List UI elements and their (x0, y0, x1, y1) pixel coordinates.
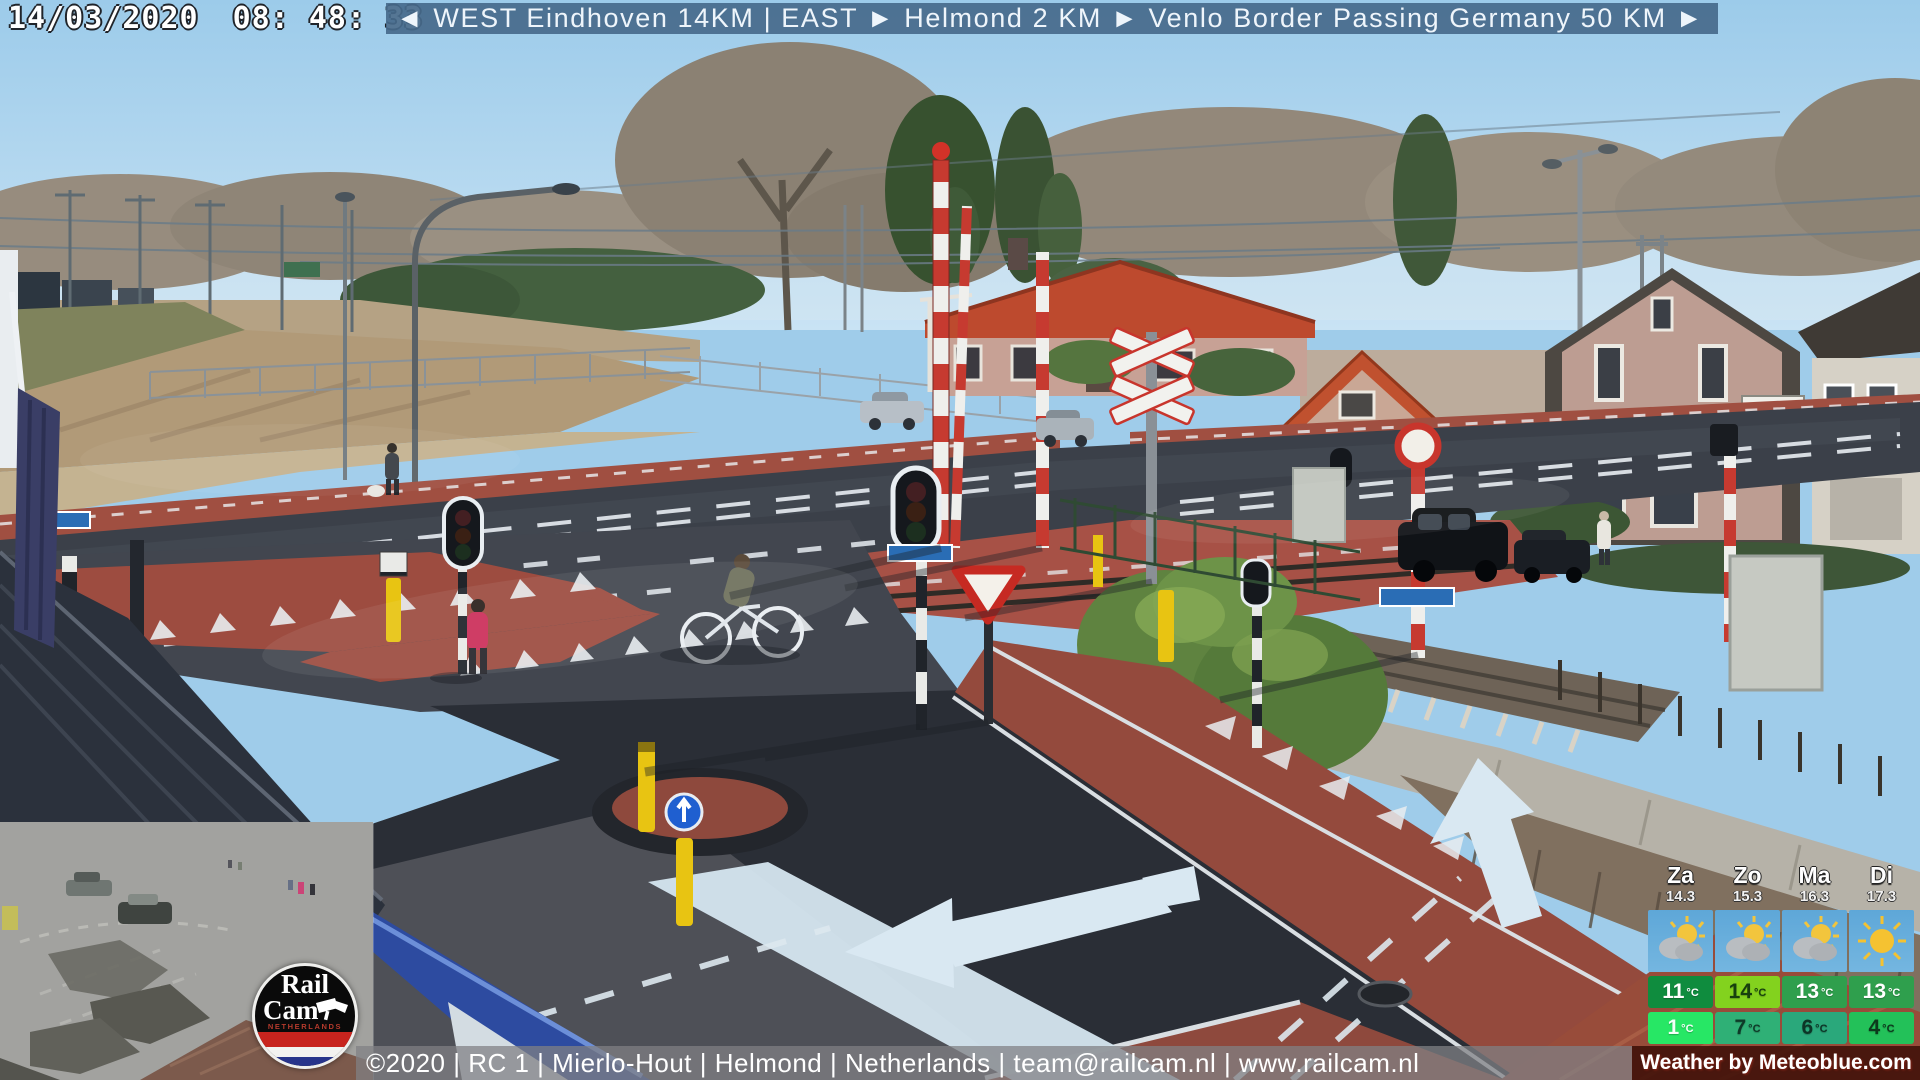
low-temp: 7 °C (1715, 1012, 1780, 1044)
cctv-camera-icon (316, 998, 348, 1021)
high-temp: 13 °C (1782, 976, 1847, 1008)
yellow-bollard (676, 838, 693, 926)
railcam-logo: Rail Cam NETHERLANDS (252, 963, 358, 1069)
timestamp-date: 14/03/2020 (8, 1, 199, 36)
weather-day: Ma (1798, 862, 1831, 888)
webcam-frame: B&B (0, 0, 1920, 1080)
logo-stripe-white (255, 1047, 355, 1057)
parked-car-silver (860, 392, 924, 430)
round-sign (1394, 422, 1442, 470)
partly-cloudy-icon (1782, 910, 1847, 972)
station-sign (284, 262, 320, 277)
logo-stripe-blue (255, 1057, 355, 1066)
logo-stripe-red (255, 1032, 355, 1047)
high-temp: 11 °C (1648, 976, 1713, 1008)
pip-figure (2, 906, 18, 930)
crossing-lamp (932, 142, 950, 160)
weather-widget: Za Zo Ma Di 14.3 15.3 16.3 17.3 11 °C 14… (1648, 862, 1916, 1044)
weather-date: 16.3 (1799, 888, 1830, 905)
weather-day: Zo (1733, 862, 1762, 888)
weather-high-temps-row: 11 °C 14 °C 13 °C 13 °C (1648, 976, 1916, 1008)
partly-cloudy-icon (1648, 910, 1713, 972)
meteoblue-credit: Weather by Meteoblue.com (1632, 1046, 1920, 1080)
weather-day: Za (1667, 862, 1694, 888)
manhole (1357, 980, 1413, 1008)
weather-date: 15.3 (1732, 888, 1763, 905)
high-temp: 14 °C (1715, 976, 1780, 1008)
crossing-barrier-mast (1036, 252, 1049, 548)
flag (14, 388, 60, 648)
weather-date: 17.3 (1866, 888, 1897, 905)
weather-date: 14.3 (1665, 888, 1696, 905)
conifer-tree (1393, 114, 1457, 286)
weather-dates-row: 14.3 15.3 16.3 17.3 (1648, 888, 1916, 908)
sunny-icon (1849, 910, 1914, 972)
direction-banner: ◄ WEST Eindhoven 14KM | EAST ► Helmond 2… (386, 3, 1719, 34)
partly-cloudy-icon (1715, 910, 1780, 972)
yellow-bollard (638, 742, 655, 832)
relay-cabinet (1728, 554, 1824, 692)
yellow-bollard (1158, 590, 1174, 662)
crossing-light-box (1710, 424, 1738, 456)
weather-low-temps-row: 1 °C 7 °C 6 °C 4 °C (1648, 1012, 1916, 1044)
yellow-bollard (1093, 535, 1103, 587)
copyright-footer: ©2020 | RC 1 | Mierlo-Hout | Helmond | N… (356, 1046, 1632, 1080)
traffic-light-pole (1252, 600, 1262, 748)
weather-day: Di (1870, 862, 1893, 888)
logo-country: NETHERLANDS (267, 1022, 343, 1031)
low-temp: 4 °C (1849, 1012, 1914, 1044)
timestamp-overlay: 14/03/2020 08: 48: 33 (8, 1, 423, 36)
low-temp: 1 °C (1648, 1012, 1713, 1044)
weather-days-row: Za Zo Ma Di (1648, 862, 1916, 888)
weather-icons-row (1648, 910, 1916, 972)
high-temp: 13 °C (1849, 976, 1914, 1008)
low-temp: 6 °C (1782, 1012, 1847, 1044)
